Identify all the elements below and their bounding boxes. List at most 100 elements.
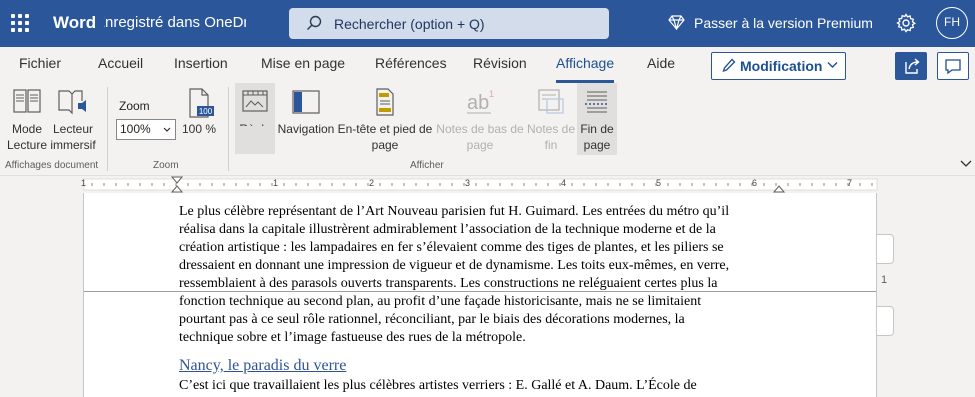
paragraph-line[interactable]: création artistique : les lampadaires en… — [179, 239, 724, 257]
navigation-button[interactable]: Navigation — [276, 87, 336, 137]
book-icon — [13, 89, 41, 113]
ribbon: Mode Lecture Lecteur immersif Affichages… — [0, 83, 975, 176]
search-placeholder: Rechercher (option + Q) — [334, 16, 485, 32]
ruler-number: 5 — [656, 178, 662, 188]
header-footer-icon — [376, 88, 394, 116]
ruler[interactable]: 1 1 2 3 4 5 6 7 — [0, 176, 975, 193]
navigation-label: Navigation — [277, 122, 335, 136]
chevron-down-icon[interactable] — [960, 159, 972, 168]
edit-mode-button[interactable]: Modification — [711, 52, 846, 80]
tab-references[interactable]: Références — [375, 55, 447, 71]
page-side-tab[interactable] — [877, 306, 894, 336]
group-label-affichages: Affichages document — [5, 160, 99, 171]
ruler-number: 2 — [369, 178, 375, 188]
zoom-icon-text: 100 — [199, 107, 213, 116]
immersive-reader-icon — [58, 90, 86, 115]
paragraph-line[interactable]: réalisa dans la capitale illustrèrent ad… — [179, 221, 716, 239]
premium-link[interactable]: Passer à la version Premium — [668, 15, 873, 31]
notes-fin-label-2: fin — [544, 138, 558, 152]
mode-lecture-button[interactable]: Mode Lecture — [5, 87, 49, 153]
fin-de-page-label-1: Fin de — [580, 122, 614, 136]
lecteur-immersif-label-2: immersif — [50, 138, 96, 152]
page-100-icon: 100 — [189, 88, 214, 118]
zoom-100-label: 100 % — [181, 122, 217, 136]
paragraph-line[interactable]: C’est ici que travaillaient les plus cél… — [179, 377, 697, 395]
zoom-label: Zoom — [119, 99, 150, 113]
notes-fin-label-1: Notes de — [526, 122, 576, 136]
section-heading[interactable]: Nancy, le paradis du verre — [179, 357, 346, 375]
notes-bas-button[interactable]: ab 1 Notes de bas de page — [436, 87, 524, 153]
notes-bas-label-1: Notes de bas de — [436, 122, 524, 136]
paragraph-line[interactable]: pourtant pas à ce seul rôle rationnel, r… — [179, 311, 685, 329]
avatar[interactable]: FH — [936, 7, 968, 39]
ruler-number: 4 — [561, 178, 567, 188]
comment-button[interactable] — [937, 52, 969, 80]
tab-affichage[interactable]: Affichage — [556, 55, 615, 83]
document-page[interactable]: Le plus célèbre représentant de l’Art No… — [83, 193, 877, 397]
diamond-icon — [668, 15, 685, 30]
tab-insertion[interactable]: Insertion — [174, 55, 228, 71]
zoom-value: 100% — [120, 122, 151, 136]
group-label-afficher: Afficher — [410, 160, 444, 171]
fin-de-page-label-2: page — [583, 138, 611, 152]
svg-text:ab: ab — [467, 92, 489, 114]
ruler-number: 3 — [465, 178, 471, 188]
title-bar: Word Enregistré dans OneDrive Rechercher… — [0, 0, 975, 47]
notes-fin-button[interactable]: Notes de fin — [525, 87, 577, 153]
chevron-down-icon — [163, 127, 171, 132]
zoom-select[interactable]: 100% — [116, 119, 176, 140]
svg-text:1: 1 — [489, 89, 494, 99]
group-separator — [228, 87, 229, 171]
app-launcher-icon[interactable] — [11, 14, 29, 32]
ruler-number: 7 — [847, 178, 853, 188]
tab-revision[interactable]: Révision — [473, 55, 527, 71]
ruler-track — [83, 176, 878, 193]
ribbon-tabs: Fichier Accueil Insertion Mise en page R… — [0, 47, 975, 83]
search-box[interactable]: Rechercher (option + Q) — [289, 8, 609, 39]
footnote-icon: ab 1 — [467, 89, 494, 114]
chevron-down-icon — [827, 62, 838, 68]
search-icon — [307, 15, 322, 30]
fin-de-page-button[interactable]: Fin de page — [577, 83, 617, 155]
paragraph-line[interactable]: fonction technique au second plan, au pr… — [179, 293, 701, 311]
share-button[interactable] — [895, 52, 927, 80]
document-canvas[interactable]: Le plus célèbre représentant de l’Art No… — [0, 193, 975, 397]
group-separator — [107, 87, 108, 171]
notes-bas-label-2: page — [466, 138, 494, 152]
navigation-pane-icon — [292, 90, 320, 114]
entete-label-2: page — [371, 138, 399, 152]
page-break-icon — [585, 91, 609, 113]
ruler-number: 1 — [81, 178, 87, 188]
regle-highlight — [235, 126, 275, 154]
share-icon — [905, 58, 920, 74]
pencil-icon — [722, 58, 736, 73]
ruler-number: 1 — [273, 178, 279, 188]
entete-pied-button[interactable]: En-tête et pied de page — [337, 87, 433, 153]
endnote-icon — [538, 89, 564, 114]
paragraph-line[interactable]: dressaient en donnant une impression de … — [179, 257, 729, 275]
tab-mise-en-page[interactable]: Mise en page — [261, 55, 345, 71]
page-side-tab[interactable] — [877, 234, 894, 264]
mode-lecture-label-2: Lecture — [6, 138, 48, 152]
ruler-icon — [242, 90, 268, 112]
paragraph-line[interactable]: Le plus célèbre représentant de l’Art No… — [179, 203, 729, 221]
entete-label-1: En-tête et pied de — [337, 122, 433, 136]
premium-label: Passer à la version Premium — [694, 15, 873, 31]
group-label-zoom: Zoom — [153, 160, 179, 171]
tab-aide[interactable]: Aide — [647, 55, 675, 71]
app-name[interactable]: Word — [53, 13, 96, 33]
lecteur-immersif-label-1: Lecteur — [52, 122, 94, 136]
tab-accueil[interactable]: Accueil — [98, 55, 143, 71]
document-status[interactable]: Enregistré dans OneDrive — [104, 14, 246, 31]
edit-mode-label: Modification — [740, 58, 823, 74]
page-number: 1 — [881, 274, 888, 286]
zoom-100-button[interactable]: 100 100 % — [180, 87, 218, 137]
ruler-number: 6 — [752, 178, 758, 188]
mode-lecture-label-1: Mode — [11, 122, 43, 136]
regle-button[interactable]: Règle — [235, 83, 275, 136]
gear-icon[interactable] — [896, 13, 916, 33]
comment-icon — [945, 59, 961, 75]
paragraph-line[interactable]: technique sobre et l’image fastueuse des… — [179, 329, 526, 347]
tab-fichier[interactable]: Fichier — [19, 55, 61, 71]
lecteur-immersif-button[interactable]: Lecteur immersif — [49, 87, 97, 153]
